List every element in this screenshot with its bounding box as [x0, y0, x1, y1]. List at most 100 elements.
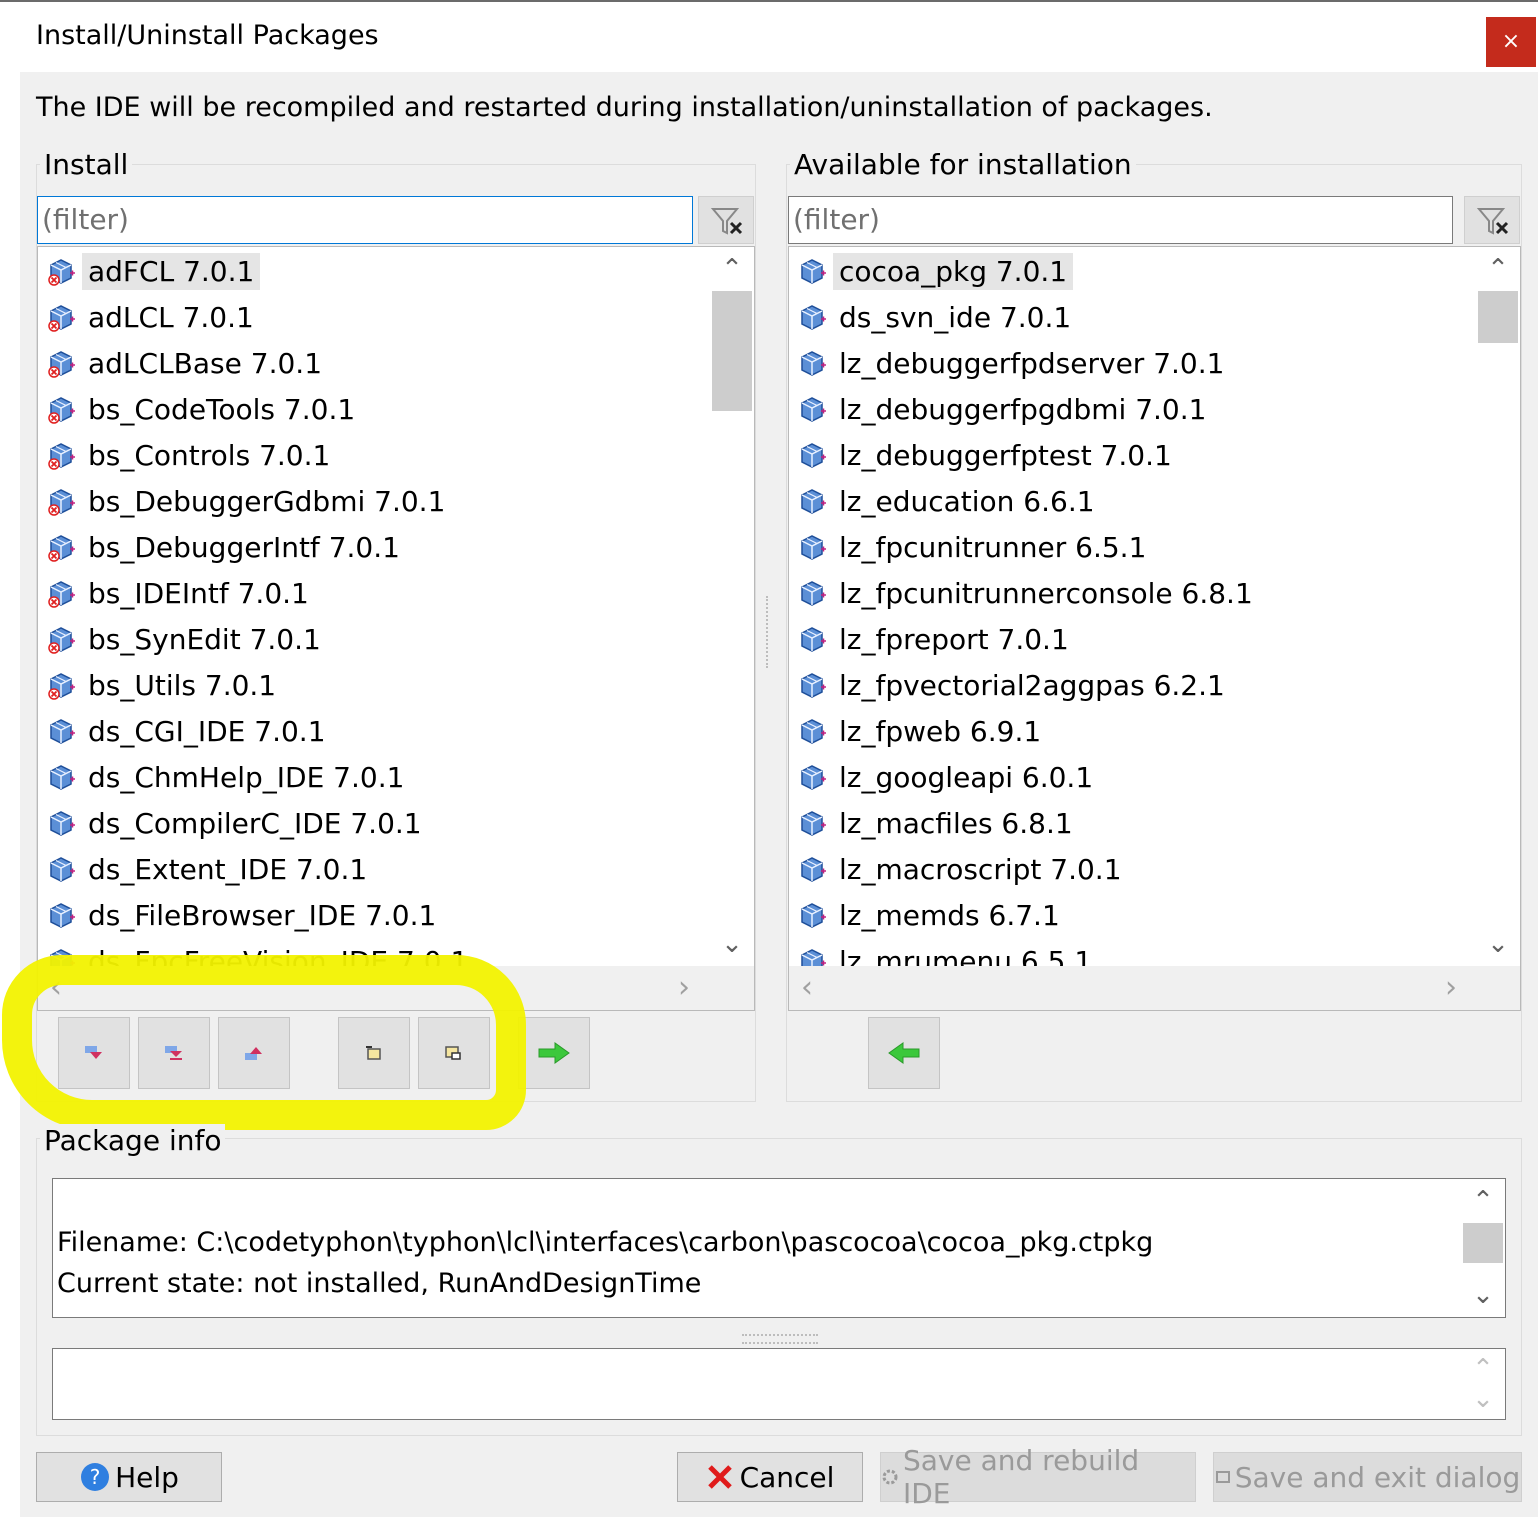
- uninstall-selection-button[interactable]: [518, 1017, 590, 1089]
- scroll-up-icon[interactable]: ⌃: [710, 249, 754, 289]
- install-item-label: bs_CodeTools 7.0.1: [88, 392, 356, 426]
- cancel-label: Cancel: [739, 1460, 835, 1494]
- install-list[interactable]: adFCL 7.0.1 adLCL 7.0.1 adLCLBase 7.0.1 bs_…: [37, 246, 755, 1011]
- package-remove-icon: [48, 489, 75, 516]
- arrow-left-icon: [888, 1042, 920, 1064]
- scroll-down-icon[interactable]: ⌄: [1476, 924, 1520, 964]
- save-rebuild-label: Save and rebuild IDE: [902, 1444, 1140, 1510]
- install-filter-input[interactable]: (filter): [37, 196, 693, 244]
- available-group-label: Available for installation: [790, 148, 1136, 181]
- scroll-up-icon[interactable]: ⌃: [1461, 1181, 1505, 1221]
- install-item-label: ds_ChmHelp_IDE 7.0.1: [88, 760, 405, 794]
- install-list-item[interactable]: ds_ChmHelp_IDE 7.0.1: [46, 755, 410, 799]
- available-vscroll-thumb[interactable]: [1478, 291, 1518, 343]
- available-list-item[interactable]: cocoa_pkg 7.0.1: [797, 249, 1074, 293]
- available-list-item[interactable]: lz_fpcunitrunner 6.5.1: [797, 525, 1152, 569]
- install-list-item[interactable]: bs_Utils 7.0.1: [46, 663, 282, 707]
- install-list-item[interactable]: bs_DebuggerIntf 7.0.1: [46, 525, 406, 569]
- available-list-item[interactable]: lz_debuggerfpdserver 7.0.1: [797, 341, 1230, 385]
- help-button[interactable]: ? Help: [36, 1452, 222, 1502]
- available-list-item[interactable]: lz_fpreport 7.0.1: [797, 617, 1075, 661]
- available-item-label: lz_debuggerfpgdbmi 7.0.1: [839, 392, 1207, 426]
- install-vscroll[interactable]: ⌃ ⌄: [710, 247, 754, 966]
- install-list-item[interactable]: ds_FileBrowser_IDE 7.0.1: [46, 893, 442, 937]
- available-list-item[interactable]: lz_googleapi 6.0.1: [797, 755, 1099, 799]
- available-list-item[interactable]: lz_education 6.6.1: [797, 479, 1101, 523]
- install-list-items: adFCL 7.0.1 adLCL 7.0.1 adLCLBase 7.0.1 bs_…: [38, 247, 710, 966]
- annotation-highlight: [2, 955, 526, 1130]
- cancel-button[interactable]: Cancel: [677, 1452, 863, 1502]
- horizontal-splitter[interactable]: [742, 1334, 818, 1344]
- install-list-item[interactable]: ds_CompilerC_IDE 7.0.1: [46, 801, 428, 845]
- install-list-item[interactable]: adLCL 7.0.1: [46, 295, 260, 339]
- install-clear-filter-button[interactable]: [698, 196, 754, 244]
- available-vscroll[interactable]: ⌃ ⌄: [1476, 247, 1520, 966]
- available-list-item[interactable]: lz_mrumenu 6.5.1: [797, 939, 1098, 966]
- install-list-item[interactable]: bs_CodeTools 7.0.1: [46, 387, 361, 431]
- available-list-item[interactable]: lz_macfiles 6.8.1: [797, 801, 1079, 845]
- package-remove-icon: [48, 259, 75, 286]
- save-icon: [1215, 1471, 1230, 1483]
- package-icon: [50, 811, 75, 836]
- available-filter-input[interactable]: (filter): [788, 196, 1453, 244]
- available-list-item[interactable]: lz_macroscript 7.0.1: [797, 847, 1128, 891]
- available-list-item[interactable]: lz_fpvectorial2aggpas 6.2.1: [797, 663, 1231, 707]
- install-list-item[interactable]: bs_Controls 7.0.1: [46, 433, 336, 477]
- install-item-label: adLCL 7.0.1: [88, 300, 254, 334]
- save-exit-button[interactable]: Save and exit dialog: [1213, 1452, 1522, 1502]
- install-list-item[interactable]: adFCL 7.0.1: [46, 249, 261, 293]
- scroll-down-icon[interactable]: ⌄: [1461, 1379, 1505, 1419]
- scroll-right-icon[interactable]: ›: [678, 970, 690, 1005]
- package-icon: [801, 535, 826, 560]
- package-info-memo[interactable]: Filename: C:\codetyphon\typhon\lcl\inter…: [52, 1178, 1506, 1318]
- scroll-right-icon[interactable]: ›: [1445, 970, 1457, 1005]
- scroll-down-icon[interactable]: ⌄: [710, 924, 754, 964]
- install-list-item[interactable]: bs_IDEIntf 7.0.1: [46, 571, 315, 615]
- available-list-item[interactable]: ds_svn_ide 7.0.1: [797, 295, 1077, 339]
- scroll-left-icon[interactable]: ‹: [801, 970, 813, 1005]
- available-clear-filter-button[interactable]: [1464, 196, 1520, 244]
- package-icon: [50, 765, 75, 790]
- arrow-right-icon: [538, 1042, 570, 1064]
- add-to-install-button[interactable]: [868, 1017, 940, 1089]
- install-list-item[interactable]: bs_SynEdit 7.0.1: [46, 617, 327, 661]
- available-list-item[interactable]: lz_debuggerfpgdbmi 7.0.1: [797, 387, 1212, 431]
- package-description-memo[interactable]: ⌃ ⌄: [52, 1348, 1506, 1420]
- save-rebuild-button[interactable]: Save and rebuild IDE: [880, 1444, 1196, 1510]
- package-remove-icon: [48, 305, 75, 332]
- available-item-label: lz_fpweb 6.9.1: [839, 714, 1042, 748]
- info-vscroll[interactable]: ⌃ ⌄: [1461, 1179, 1505, 1317]
- package-icon: [801, 765, 826, 790]
- available-item-label: lz_memds 6.7.1: [839, 898, 1060, 932]
- package-icon: [50, 857, 75, 882]
- available-list[interactable]: cocoa_pkg 7.0.1 ds_svn_ide 7.0.1 lz_debugg…: [788, 246, 1521, 1011]
- scroll-up-icon[interactable]: ⌃: [1476, 249, 1520, 289]
- package-remove-icon: [48, 581, 75, 608]
- package-remove-icon: [48, 351, 75, 378]
- available-item-label: lz_googleapi 6.0.1: [839, 760, 1094, 794]
- close-button[interactable]: ×: [1486, 17, 1536, 67]
- scroll-down-icon[interactable]: ⌄: [1461, 1275, 1505, 1315]
- available-item-label: lz_fpreport 7.0.1: [839, 622, 1069, 656]
- filter-clear-icon: [1476, 208, 1509, 235]
- description-vscroll[interactable]: ⌃ ⌄: [1461, 1349, 1505, 1419]
- available-hscroll[interactable]: ‹ ›: [789, 966, 1520, 1010]
- package-icon: [50, 903, 75, 928]
- install-vscroll-thumb[interactable]: [712, 291, 752, 411]
- available-list-item[interactable]: lz_fpweb 6.9.1: [797, 709, 1047, 753]
- install-list-item[interactable]: ds_Extent_IDE 7.0.1: [46, 847, 373, 891]
- install-list-item[interactable]: ds_CGI_IDE 7.0.1: [46, 709, 332, 753]
- install-group-label: Install: [40, 148, 133, 181]
- available-list-item[interactable]: lz_memds 6.7.1: [797, 893, 1066, 937]
- available-list-item[interactable]: lz_debuggerfptest 7.0.1: [797, 433, 1178, 477]
- package-icon: [801, 811, 826, 836]
- vertical-splitter[interactable]: [766, 596, 774, 668]
- info-vscroll-thumb[interactable]: [1463, 1223, 1503, 1263]
- available-list-item[interactable]: lz_fpcunitrunnerconsole 6.8.1: [797, 571, 1259, 615]
- install-list-item[interactable]: adLCLBase 7.0.1: [46, 341, 328, 385]
- help-label: Help: [115, 1460, 179, 1494]
- install-list-item[interactable]: bs_DebuggerGdbmi 7.0.1: [46, 479, 451, 523]
- available-item-label: lz_fpvectorial2aggpas 6.2.1: [839, 668, 1225, 702]
- cancel-icon: [707, 1465, 732, 1489]
- package-icon: [801, 443, 826, 468]
